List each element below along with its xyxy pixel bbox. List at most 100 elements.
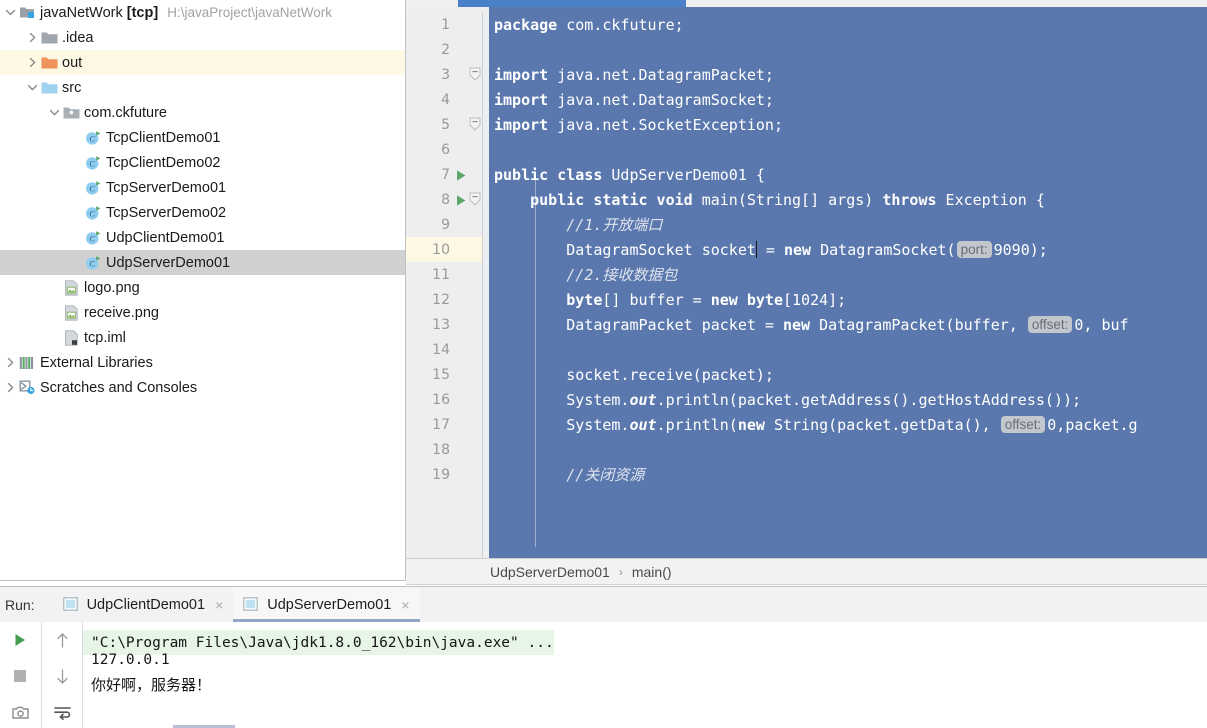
code-line-15[interactable]: socket.receive(packet); — [489, 362, 774, 387]
run-toolbar-primary[interactable] — [0, 622, 40, 728]
tree-row-logo-png[interactable]: logo.png — [0, 275, 405, 300]
tree-row-out[interactable]: out — [0, 50, 405, 75]
code-editor[interactable]: 1 2 3 4 5 6 7 8 9 10 11 12 13 14 15 16 17 18 19 package co… — [406, 0, 1207, 558]
tree-item-label: src — [62, 79, 82, 96]
java-class-run-icon: C — [84, 229, 102, 247]
tree-row-external-libraries[interactable]: External Libraries — [0, 350, 405, 375]
code-token: socket.receive(packet); — [494, 365, 774, 384]
soft-wrap-icon[interactable] — [42, 694, 82, 728]
java-class-run-icon: C — [84, 179, 102, 197]
line-number: 10 — [432, 241, 450, 258]
tree-row-tcpserverdemo01[interactable]: C TcpServerDemo01 — [0, 175, 405, 200]
tree-item-label: External Libraries — [40, 354, 153, 371]
code-token: .println(packet.getAddress().getHostAddr… — [656, 390, 1082, 409]
code-surface[interactable]: package com.ckfuture; import java.net.Dat… — [489, 12, 1207, 558]
tree-item-label: TcpClientDemo02 — [106, 154, 221, 171]
idea-window: javaNetWork [tcp] H:\javaProject\javaNet… — [0, 0, 1207, 728]
console-line-2: 你好啊，服务器！ — [91, 676, 212, 694]
tree-row-scratches-and-consoles[interactable]: Scratches and Consoles — [0, 375, 405, 400]
code-line-8[interactable]: public static void main(String[] args) t… — [489, 187, 1045, 212]
chevron-right-icon[interactable] — [2, 350, 18, 375]
tree-row-src[interactable]: src — [0, 75, 405, 100]
line-number: 17 — [432, 416, 450, 433]
project-tool-window[interactable]: javaNetWork [tcp] H:\javaProject\javaNet… — [0, 0, 406, 580]
run-tab-udpclientdemo01[interactable]: UdpClientDemo01 × — [53, 587, 234, 622]
code-line-2[interactable] — [489, 37, 494, 62]
code-line-4[interactable]: import java.net.DatagramSocket; — [489, 87, 774, 112]
tree-item-label: UdpServerDemo01 — [106, 254, 231, 271]
fold-marker-icon[interactable] — [468, 187, 482, 212]
chevron-right-icon[interactable] — [2, 375, 18, 400]
code-line-10[interactable]: DatagramSocket socket = new DatagramSock… — [489, 237, 1048, 262]
breadcrumb-class[interactable]: UdpServerDemo01 — [490, 564, 610, 580]
code-token: UdpServerDemo01 { — [602, 165, 765, 184]
camera-icon[interactable] — [0, 694, 40, 728]
fold-marker-icon[interactable] — [468, 112, 482, 137]
chevron-right-icon[interactable] — [24, 25, 40, 50]
code-line-12[interactable]: byte[] buffer = new byte [1024]; — [489, 287, 846, 312]
svg-text:C: C — [89, 258, 95, 268]
svg-text:C: C — [89, 233, 95, 243]
console-output[interactable]: "C:\Program Files\Java\jdk1.8.0_162\bin\… — [82, 622, 1207, 728]
run-toolbar-secondary[interactable] — [41, 622, 119, 728]
tree-row-project-root[interactable]: javaNetWork [tcp] H:\javaProject\javaNet… — [0, 0, 405, 25]
run-tab-label: UdpServerDemo01 — [267, 596, 392, 613]
chevron-down-icon[interactable] — [2, 0, 18, 25]
fold-marker-icon[interactable] — [468, 62, 482, 87]
code-line-18[interactable] — [489, 437, 494, 462]
rerun-play-icon[interactable] — [0, 622, 40, 658]
code-line-19[interactable]: //关闭资源 — [489, 462, 644, 487]
active-tab-indicator[interactable] — [458, 0, 686, 7]
code-line-9[interactable]: //1.开放端口 — [489, 212, 662, 237]
tree-row-tcpserverdemo02[interactable]: C TcpServerDemo02 — [0, 200, 405, 225]
run-tab-icon — [243, 596, 259, 613]
code-line-13[interactable]: DatagramPacket packet = new DatagramPack… — [489, 312, 1128, 337]
run-tab-udpserverdemo01[interactable]: UdpServerDemo01 × — [233, 587, 420, 622]
tree-row-udpserverdemo01[interactable]: C UdpServerDemo01 — [0, 250, 405, 275]
breadcrumb-method[interactable]: main() — [632, 564, 672, 580]
chevron-down-icon[interactable] — [24, 75, 40, 100]
tree-row-tcpclientdemo01[interactable]: C TcpClientDemo01 — [0, 125, 405, 150]
tree-row-tcpclientdemo02[interactable]: C TcpClientDemo02 — [0, 150, 405, 175]
code-token: out — [629, 390, 657, 409]
code-line-1[interactable]: package com.ckfuture; — [489, 12, 684, 37]
code-token: import — [494, 115, 549, 134]
close-icon[interactable]: × — [401, 597, 409, 613]
breadcrumb[interactable]: UdpServerDemo01 › main() — [406, 558, 1207, 585]
project-tree-children: .idea out src com.ckfuture C TcpClientDemo01 C… — [0, 25, 405, 400]
code-token: System. — [494, 415, 630, 434]
code-line-11[interactable]: //2.接收数据包 — [489, 262, 677, 287]
tree-row-com-ckfuture[interactable]: com.ckfuture — [0, 100, 405, 125]
code-line-16[interactable]: System. out .println(packet.getAddress().g… — [489, 387, 1081, 412]
run-label: Run: — [5, 596, 35, 613]
code-line-5[interactable]: import java.net.SocketException; — [489, 112, 783, 137]
tree-row-tcp-iml[interactable]: tcp.iml — [0, 325, 405, 350]
code-line-6[interactable] — [489, 137, 494, 162]
stop-icon[interactable] — [0, 658, 40, 694]
line-number: 11 — [432, 266, 450, 283]
arrow-up-icon[interactable] — [42, 622, 82, 658]
code-line-3[interactable]: import java.net.DatagramPacket; — [489, 62, 774, 87]
tree-row-udpclientdemo01[interactable]: C UdpClientDemo01 — [0, 225, 405, 250]
run-tab-bar[interactable]: Run: UdpClientDemo01 × UdpServerDemo01 × — [0, 587, 1207, 622]
code-line-7[interactable]: public class UdpServerDemo01 { — [489, 162, 765, 187]
run-tool-window[interactable]: Run: UdpClientDemo01 × UdpServerDemo01 × — [0, 586, 1207, 728]
tree-row-receive-png[interactable]: receive.png — [0, 300, 405, 325]
chevron-right-icon[interactable] — [24, 50, 40, 75]
iml-file-icon — [62, 329, 80, 347]
module-icon — [18, 4, 36, 22]
code-line-14[interactable] — [489, 337, 494, 362]
fold-marker-column[interactable] — [468, 12, 482, 558]
line-number: 15 — [432, 366, 450, 383]
run-tab-list: UdpClientDemo01 × UdpServerDemo01 × — [53, 587, 420, 622]
arrow-down-icon[interactable] — [42, 658, 82, 694]
code-line-17[interactable]: System. out .println(new String(packet.get… — [489, 412, 1137, 437]
run-tab-label: UdpClientDemo01 — [86, 596, 206, 613]
chevron-down-icon[interactable] — [46, 100, 62, 125]
tree-row-idea[interactable]: .idea — [0, 25, 405, 50]
close-icon[interactable]: × — [215, 597, 223, 613]
